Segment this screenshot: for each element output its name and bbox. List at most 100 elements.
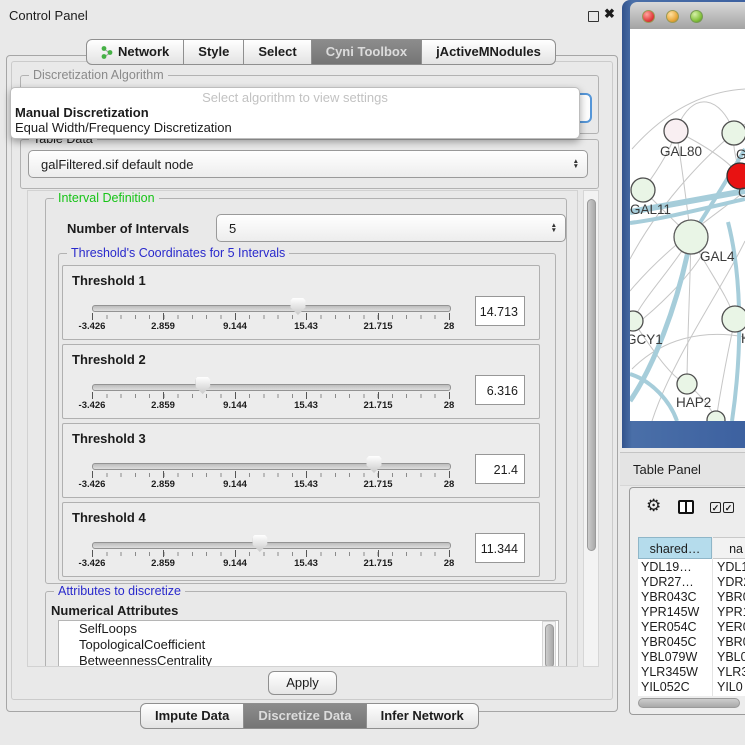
stepper-icon: ▲▼	[551, 223, 557, 233]
tab-discretize-data[interactable]: Discretize Data	[244, 703, 366, 729]
numerical-attributes-label: Numerical Attributes	[51, 603, 178, 618]
select-all-checkbox-icon[interactable]: ✓	[710, 502, 721, 513]
list-item[interactable]: BetweennessCentrality	[59, 653, 558, 667]
num-intervals-combobox[interactable]: 5 ▲▼	[216, 214, 566, 242]
control-panel: Control Panel ✖ Network Style Select Cyn…	[0, 0, 620, 745]
threshold-slider[interactable]	[92, 463, 451, 470]
node-label: GCY1	[630, 332, 663, 347]
node-label: HAP2	[676, 395, 711, 410]
tick-label: 15.43	[294, 400, 318, 411]
node-h[interactable]	[722, 306, 745, 332]
tab-jactivemnodules[interactable]: jActiveMNodules	[422, 39, 556, 65]
tick-label: 9.144	[223, 558, 247, 569]
node-ga[interactable]	[722, 121, 745, 145]
tab-label: Select	[258, 40, 296, 64]
tick-label: 9.144	[223, 321, 247, 332]
table-cell[interactable]: YDR2	[717, 575, 745, 589]
table-cell[interactable]: YBR0	[717, 635, 745, 649]
dropdown-option-manual[interactable]: Manual Discretization	[15, 105, 149, 120]
tick-label: -3.426	[79, 321, 106, 332]
table-row[interactable]: YPR145W	[641, 605, 711, 619]
table-cell[interactable]: YER0	[717, 620, 745, 634]
table-row[interactable]: YBR045C	[641, 635, 711, 649]
table-row[interactable]: YDR27…	[641, 575, 711, 589]
table-cell[interactable]: YPR1	[717, 605, 745, 619]
table-cell[interactable]: YLR3	[717, 665, 745, 679]
attributes-list: SelfLoops TopologicalCoefficient Between…	[58, 620, 559, 667]
node-gcy1[interactable]	[630, 311, 643, 331]
table-cell[interactable]: YIL0	[717, 680, 745, 694]
settings-scrollbar[interactable]	[583, 190, 599, 667]
select-column-checkbox-icon[interactable]: ✓	[723, 502, 734, 513]
threshold-slider[interactable]	[92, 305, 451, 312]
column-layout-icon[interactable]	[678, 500, 694, 514]
tab-style[interactable]: Style	[184, 39, 244, 65]
threshold-value-field[interactable]: 6.316	[475, 375, 525, 405]
slider-thumb[interactable]	[367, 456, 382, 473]
tick-label: 15.43	[294, 321, 318, 332]
network-canvas[interactable]: GAL80 GA C GAL11 GAL4 GCY1 H HAP2	[630, 29, 745, 421]
minimize-traffic-light[interactable]	[666, 10, 679, 23]
table-row[interactable]: YIL052C	[641, 680, 711, 694]
close-icon[interactable]: ✖	[604, 6, 615, 22]
column-header-shared[interactable]: shared…	[638, 537, 712, 559]
bottom-tabs: Impute Data Discretize Data Infer Networ…	[140, 703, 479, 729]
tab-cyni-toolbox[interactable]: Cyni Toolbox	[312, 39, 422, 65]
threshold-slider[interactable]	[92, 384, 451, 391]
network-window-titlebar[interactable]	[630, 2, 745, 30]
table-cell[interactable]: YBL0	[717, 650, 745, 664]
close-traffic-light[interactable]	[642, 10, 655, 23]
tab-label: Network	[118, 40, 169, 64]
table-window: ⚙ ✓ ✓ shared… na YDL19… YDL1 YDR27… YDR2…	[629, 487, 745, 715]
node-label: C	[738, 185, 745, 200]
tick-label: 9.144	[223, 400, 247, 411]
threshold-value-field[interactable]: 14.713	[475, 296, 525, 326]
tick-marks	[92, 552, 450, 556]
slider-thumb[interactable]	[252, 535, 267, 552]
table-cell[interactable]: YDL1	[717, 560, 745, 574]
slider-thumb[interactable]	[195, 377, 210, 394]
node-hap2[interactable]	[677, 374, 697, 394]
threshold-slider[interactable]	[92, 542, 451, 549]
tab-infer-network[interactable]: Infer Network	[367, 703, 479, 729]
node-gal11[interactable]	[631, 178, 655, 202]
control-panel-tabs: Network Style Select Cyni Toolbox jActiv…	[86, 39, 556, 65]
table-cell[interactable]: YBR0	[717, 590, 745, 604]
tab-network[interactable]: Network	[86, 39, 184, 65]
column-header-name[interactable]: na	[713, 537, 745, 559]
tick-label: 2.859	[151, 321, 175, 332]
threshold-value-field[interactable]: 21.4	[475, 454, 525, 484]
network-icon	[101, 45, 113, 60]
list-item[interactable]: TopologicalCoefficient	[59, 637, 558, 653]
dropdown-option-equal-width[interactable]: Equal Width/Frequency Discretization	[15, 120, 232, 135]
tick-label: 15.43	[294, 479, 318, 490]
node-partial[interactable]	[707, 411, 725, 421]
table-row[interactable]: YDL19…	[641, 560, 711, 574]
node-label: GAL80	[660, 144, 702, 159]
tab-impute-data[interactable]: Impute Data	[140, 703, 244, 729]
list-item[interactable]: SelfLoops	[59, 621, 558, 637]
tick-marks	[92, 473, 450, 477]
zoom-traffic-light[interactable]	[690, 10, 703, 23]
float-icon[interactable]	[588, 11, 599, 22]
table-row[interactable]: YLR345W	[641, 665, 711, 679]
table-settings-icon[interactable]: ⚙	[646, 497, 661, 514]
slider-thumb[interactable]	[290, 298, 305, 315]
list-scrollbar[interactable]	[542, 621, 556, 667]
table-row[interactable]: YBL079W	[641, 650, 711, 664]
table-row[interactable]: YER054C	[641, 620, 711, 634]
tick-label: 28	[444, 479, 455, 490]
table-horizontal-scrollbar[interactable]	[636, 697, 745, 710]
apply-button[interactable]: Apply	[268, 671, 337, 695]
table-body: YDL19… YDL1 YDR27… YDR2 YBR043C YBR0 YPR…	[638, 559, 745, 696]
tick-label: 15.43	[294, 558, 318, 569]
node-gal80[interactable]	[664, 119, 688, 143]
table-data-combobox[interactable]: galFiltered.sif default node ▲▼	[28, 150, 588, 178]
tab-label: Impute Data	[155, 704, 229, 728]
interval-definition-title: Interval Definition	[54, 191, 159, 205]
node-label: GAL11	[630, 202, 671, 217]
tab-select[interactable]: Select	[244, 39, 311, 65]
threshold-panel: Threshold 4 -3.426 2.859 9.144 15.43 21.…	[62, 502, 540, 577]
threshold-value-field[interactable]: 11.344	[475, 533, 525, 563]
table-row[interactable]: YBR043C	[641, 590, 711, 604]
